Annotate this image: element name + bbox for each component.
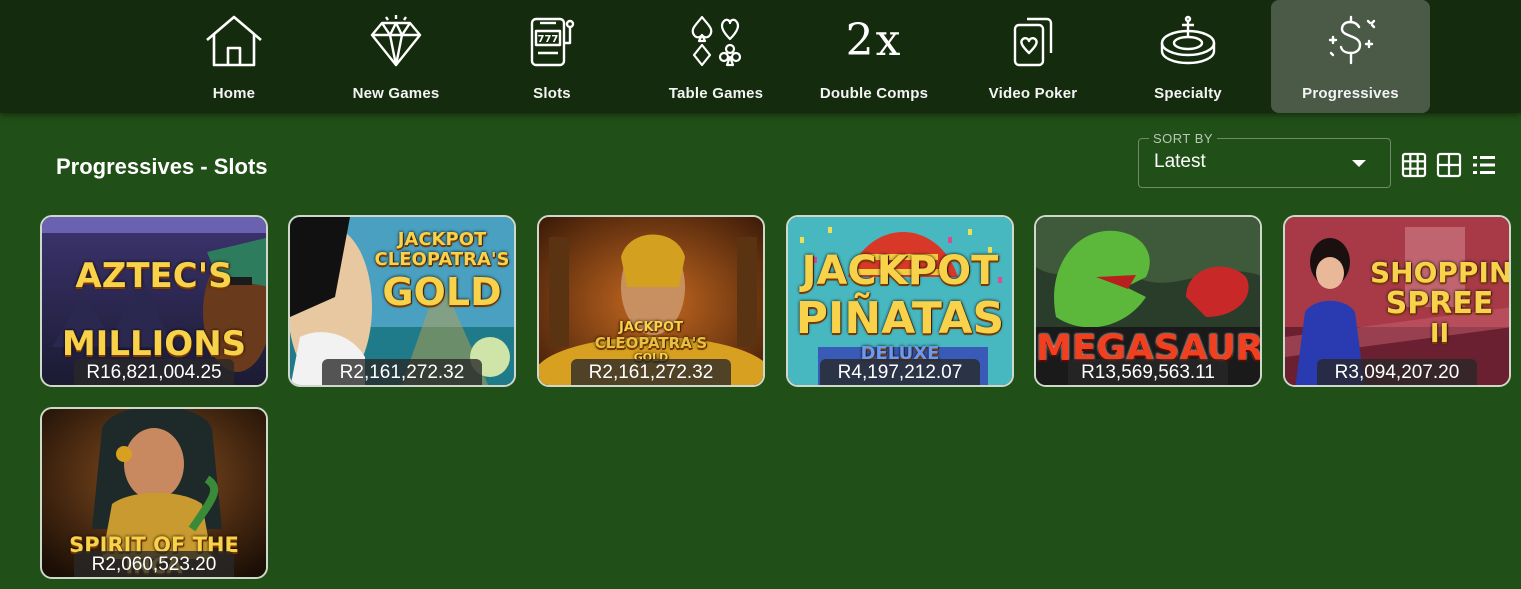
jackpot-amount: R2,060,523.20 <box>74 551 234 577</box>
game-title: PIÑATAS <box>795 293 1005 344</box>
double-comps-icon: 2x <box>844 12 904 70</box>
sort-by-value: Latest <box>1154 151 1206 172</box>
game-tile-jackpot-cleopatras-gold[interactable]: JACKPOT CLEOPATRA'S GOLD R2,161,272.32 <box>288 215 516 387</box>
chevron-down-icon <box>1352 160 1366 167</box>
sort-by-select[interactable]: SORT BY Latest <box>1138 131 1391 188</box>
jackpot-amount: R3,094,207.20 <box>1317 359 1477 385</box>
game-title: CLEOPATRA'S <box>594 334 708 352</box>
nav-item-specialty[interactable]: Specialty <box>1138 0 1238 113</box>
nav-label: Table Games <box>668 85 764 102</box>
nav-label: Video Poker <box>988 85 1078 102</box>
list-view-icon[interactable] <box>1471 152 1497 178</box>
game-title: AZTEC'S <box>75 256 233 296</box>
game-tile-jackpot-cleopatras-gold-temple[interactable]: JACKPOT CLEOPATRA'S GOLD R2,161,272.32 <box>537 215 765 387</box>
diamond-icon <box>366 12 426 70</box>
nav-item-double-comps[interactable]: 2x Double Comps <box>814 0 934 113</box>
nav-item-new-games[interactable]: New Games <box>336 0 456 113</box>
sort-by-label: SORT BY <box>1149 131 1218 146</box>
nav-item-home[interactable]: Home <box>184 0 284 113</box>
game-title: JACKPOT <box>397 229 487 250</box>
game-title: SPREE <box>1385 286 1494 321</box>
grid-large-icon[interactable] <box>1436 152 1462 178</box>
jackpot-amount: R16,821,004.25 <box>74 359 234 385</box>
game-title: II <box>1429 319 1450 349</box>
game-tile-shopping-spree-ii[interactable]: SHOPPING SPREE II R3,094,207.20 <box>1283 215 1511 387</box>
jackpot-amount: R13,569,563.11 <box>1068 359 1228 385</box>
jackpot-amount: R4,197,212.07 <box>820 359 980 385</box>
playing-cards-icon <box>1003 12 1063 70</box>
top-nav: Home New Games 777 Slots Table Games 2x … <box>0 0 1521 113</box>
nav-item-table-games[interactable]: Table Games <box>656 0 776 113</box>
jackpot-amount: R2,161,272.32 <box>571 359 731 385</box>
nav-label: Slots <box>533 85 571 102</box>
nav-item-progressives[interactable]: Progressives <box>1271 0 1430 113</box>
game-title: JACKPOT <box>619 320 683 335</box>
jackpot-amount: R2,161,272.32 <box>322 359 482 385</box>
game-tile-jackpot-pinatas-deluxe[interactable]: JACKPOT PIÑATAS DELUXE R4,197,212.07 <box>786 215 1014 387</box>
nav-label: Double Comps <box>819 85 929 102</box>
card-suits-icon <box>686 12 746 70</box>
nav-item-video-poker[interactable]: Video Poker <box>978 0 1088 113</box>
game-tile-spirit-of-the-inca[interactable]: SPIRIT OF THE INCA R2,060,523.20 <box>40 407 268 579</box>
game-title: GOLD <box>382 270 502 314</box>
nav-label: Home <box>212 85 256 102</box>
game-title: CLEOPATRA'S <box>374 249 510 270</box>
grid-small-icon[interactable] <box>1401 152 1427 178</box>
slot-machine-icon: 777 <box>522 12 582 70</box>
game-tile-megasaur[interactable]: MEGASAUR R13,569,563.11 <box>1034 215 1262 387</box>
double-comps-text: 2x <box>845 15 903 66</box>
nav-label: Progressives <box>1302 85 1399 102</box>
dollar-sparkle-icon <box>1321 12 1381 70</box>
nav-label: Specialty <box>1154 85 1222 102</box>
home-icon <box>204 12 264 70</box>
nav-item-slots[interactable]: 777 Slots <box>502 0 602 113</box>
game-tile-aztecs-millions[interactable]: AZTEC'S MILLIONS R16,821,004.25 <box>40 215 268 387</box>
svg-text:777: 777 <box>538 34 559 45</box>
nav-label: New Games <box>352 85 440 102</box>
page-title: Progressives - Slots <box>56 154 268 179</box>
game-title: JACKPOT <box>801 248 999 294</box>
game-title: MILLIONS <box>61 324 247 364</box>
game-title: SHOPPING <box>1370 256 1511 289</box>
roulette-icon <box>1158 12 1218 70</box>
